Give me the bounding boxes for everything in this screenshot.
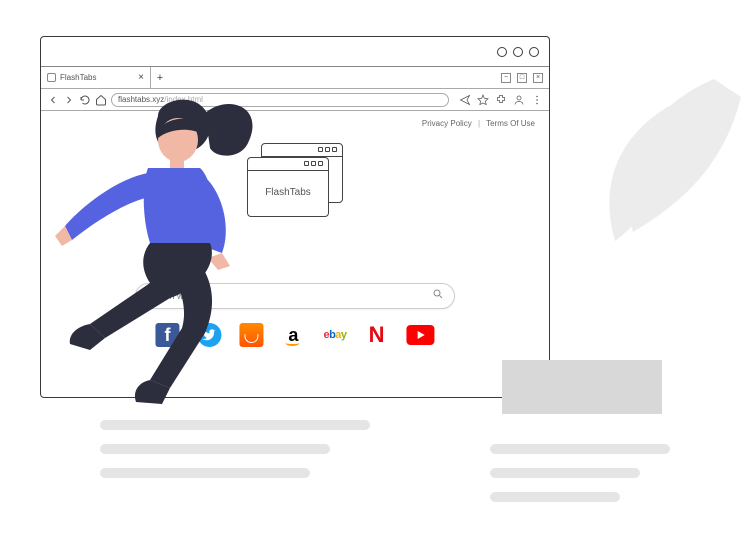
privacy-link[interactable]: Privacy Policy	[422, 119, 472, 128]
close-tab-icon[interactable]: ×	[138, 72, 144, 83]
quicklink-ebay[interactable]: ebay	[323, 323, 346, 347]
placeholder-line	[490, 492, 620, 502]
placeholder-line	[100, 468, 310, 478]
tab-title: FlashTabs	[60, 73, 96, 82]
search-icon[interactable]	[432, 287, 444, 305]
bench-illustration	[502, 360, 662, 414]
profile-icon[interactable]	[513, 94, 525, 106]
minimize-button[interactable]: −	[501, 73, 511, 83]
leaf-decoration	[570, 70, 750, 250]
tab-strip: FlashTabs × + − □ ×	[41, 67, 549, 89]
placeholder-line	[490, 444, 670, 454]
window-dot[interactable]	[529, 47, 539, 57]
quicklink-youtube[interactable]	[407, 325, 435, 345]
window-dot[interactable]	[497, 47, 507, 57]
menu-icon[interactable]	[531, 94, 543, 106]
close-button[interactable]: ×	[533, 73, 543, 83]
toolbar-right	[453, 94, 543, 106]
person-illustration	[50, 88, 290, 438]
new-tab-button[interactable]: +	[151, 67, 169, 88]
window-controls: − □ ×	[501, 67, 549, 88]
titlebar	[41, 37, 549, 67]
send-icon[interactable]	[459, 94, 471, 106]
placeholder-line	[100, 444, 330, 454]
placeholder-lines-right	[490, 444, 670, 516]
terms-link[interactable]: Terms Of Use	[486, 119, 535, 128]
header-links: Privacy Policy | Terms Of Use	[422, 119, 535, 128]
extensions-icon[interactable]	[495, 94, 507, 106]
placeholder-line	[490, 468, 640, 478]
window-dots	[497, 47, 539, 57]
window-dot[interactable]	[513, 47, 523, 57]
quicklink-netflix[interactable]: N	[365, 323, 389, 347]
tab-flashtabs[interactable]: FlashTabs ×	[41, 67, 151, 88]
link-separator: |	[478, 119, 480, 128]
tab-favicon	[47, 73, 56, 82]
maximize-button[interactable]: □	[517, 73, 527, 83]
star-icon[interactable]	[477, 94, 489, 106]
